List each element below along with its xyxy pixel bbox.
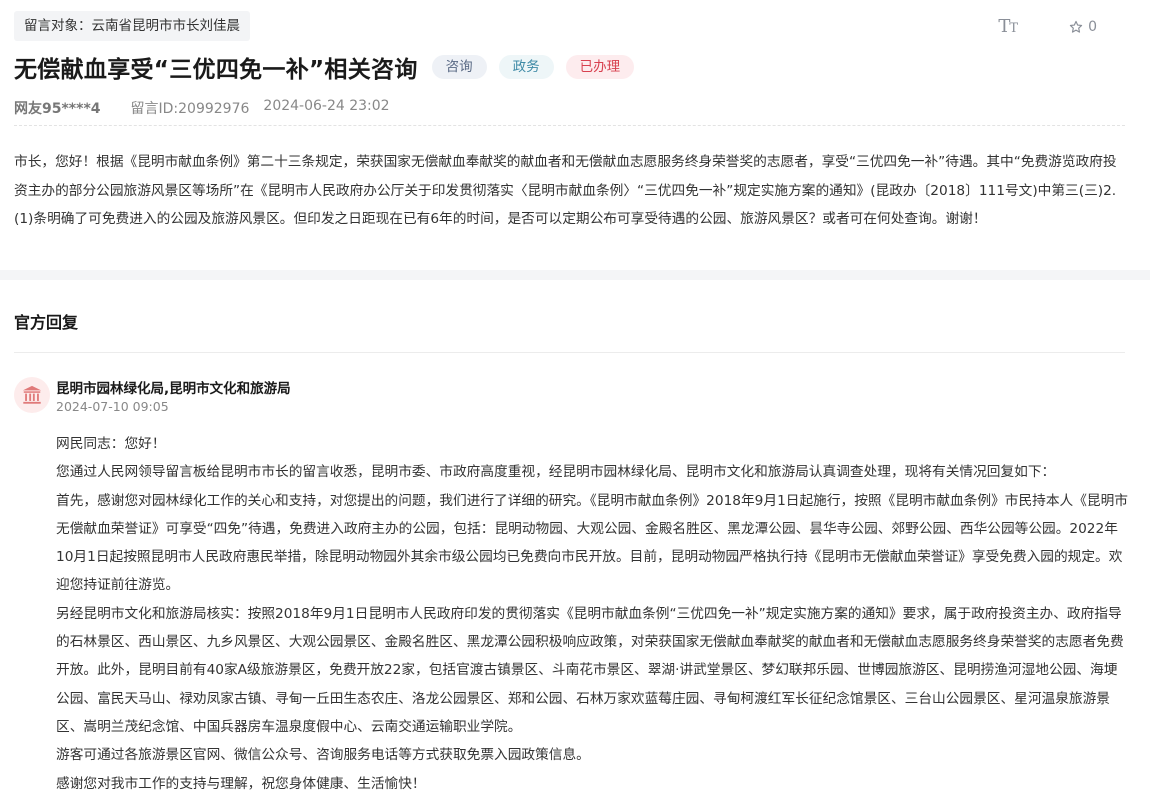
reply-paragraph: 您通过人民网领导留言板给昆明市市长的留言收悉，昆明市委、市政府高度重视，经昆明市… bbox=[56, 464, 1056, 481]
department-avatar bbox=[14, 377, 50, 413]
message-title: 无偿献血享受“三优四免一补”相关咨询 bbox=[14, 57, 418, 83]
reply-paragraph: 网民同志：您好！ bbox=[56, 436, 166, 452]
star-icon bbox=[1069, 20, 1083, 33]
department-name: 昆明市园林绿化局,昆明市文化和旅游局 bbox=[56, 381, 291, 397]
favorite-button[interactable]: 0 bbox=[1069, 19, 1097, 35]
tag-list: 咨询 政务 已办理 bbox=[431, 55, 635, 79]
favorite-count: 0 bbox=[1088, 18, 1097, 35]
title-row: 无偿献血享受“三优四免一补”相关咨询 咨询 政务 已办理 bbox=[14, 50, 635, 84]
reply-datetime: 2024-07-10 09:05 bbox=[56, 399, 169, 414]
message-content: 市长，您好！根据《昆明市献血条例》第二十三条规定，荣获国家无偿献血奉献奖的献血者… bbox=[14, 154, 1117, 227]
government-building-icon bbox=[22, 385, 42, 404]
message-id: 留言ID:20992976 bbox=[130, 101, 250, 117]
tag-status: 已办理 bbox=[565, 55, 635, 79]
message-datetime: 2024-06-24 23:02 bbox=[263, 98, 390, 114]
reply-content: 网民同志：您好！ 您通过人民网领导留言板给昆明市市长的留言收悉，昆明市委、市政府… bbox=[56, 430, 1130, 798]
reply-paragraph: 感谢您对我市工作的支持与理解，祝您身体健康、生活愉快！ bbox=[56, 775, 426, 792]
reply-paragraph: 首先，感谢您对园林绿化工作的关心和支持，对您提出的问题，我们进行了详细的研究。《… bbox=[56, 492, 1128, 594]
reply-section-title: 官方回复 bbox=[14, 313, 79, 332]
font-size-icon[interactable]: TT bbox=[998, 16, 1018, 37]
divider bbox=[14, 125, 1125, 126]
message-meta: 网友95****4 留言ID:20992976 2024-06-24 23:02 bbox=[14, 98, 390, 118]
toolbar: TT 0 bbox=[998, 16, 1097, 37]
reply-divider bbox=[14, 352, 1125, 353]
message-section: 留言对象：云南省昆明市市长刘佳晨 TT 0 无偿献血享受“三优四免一补”相关咨询… bbox=[0, 0, 1150, 270]
reply-paragraph: 另经昆明市文化和旅游局核实：按照2018年9月1日昆明市人民政府印发的贯彻落实《… bbox=[56, 605, 1124, 735]
section-separator bbox=[0, 270, 1150, 280]
tag-type: 咨询 bbox=[431, 55, 487, 79]
author-name: 网友95****4 bbox=[14, 101, 101, 117]
tag-domain: 政务 bbox=[498, 55, 554, 79]
recipient-label: 留言对象：云南省昆明市市长刘佳晨 bbox=[14, 11, 250, 41]
reply-paragraph: 游客可通过各旅游景区官网、微信公众号、咨询服务电话等方式获取免票入园政策信息。 bbox=[56, 747, 590, 764]
